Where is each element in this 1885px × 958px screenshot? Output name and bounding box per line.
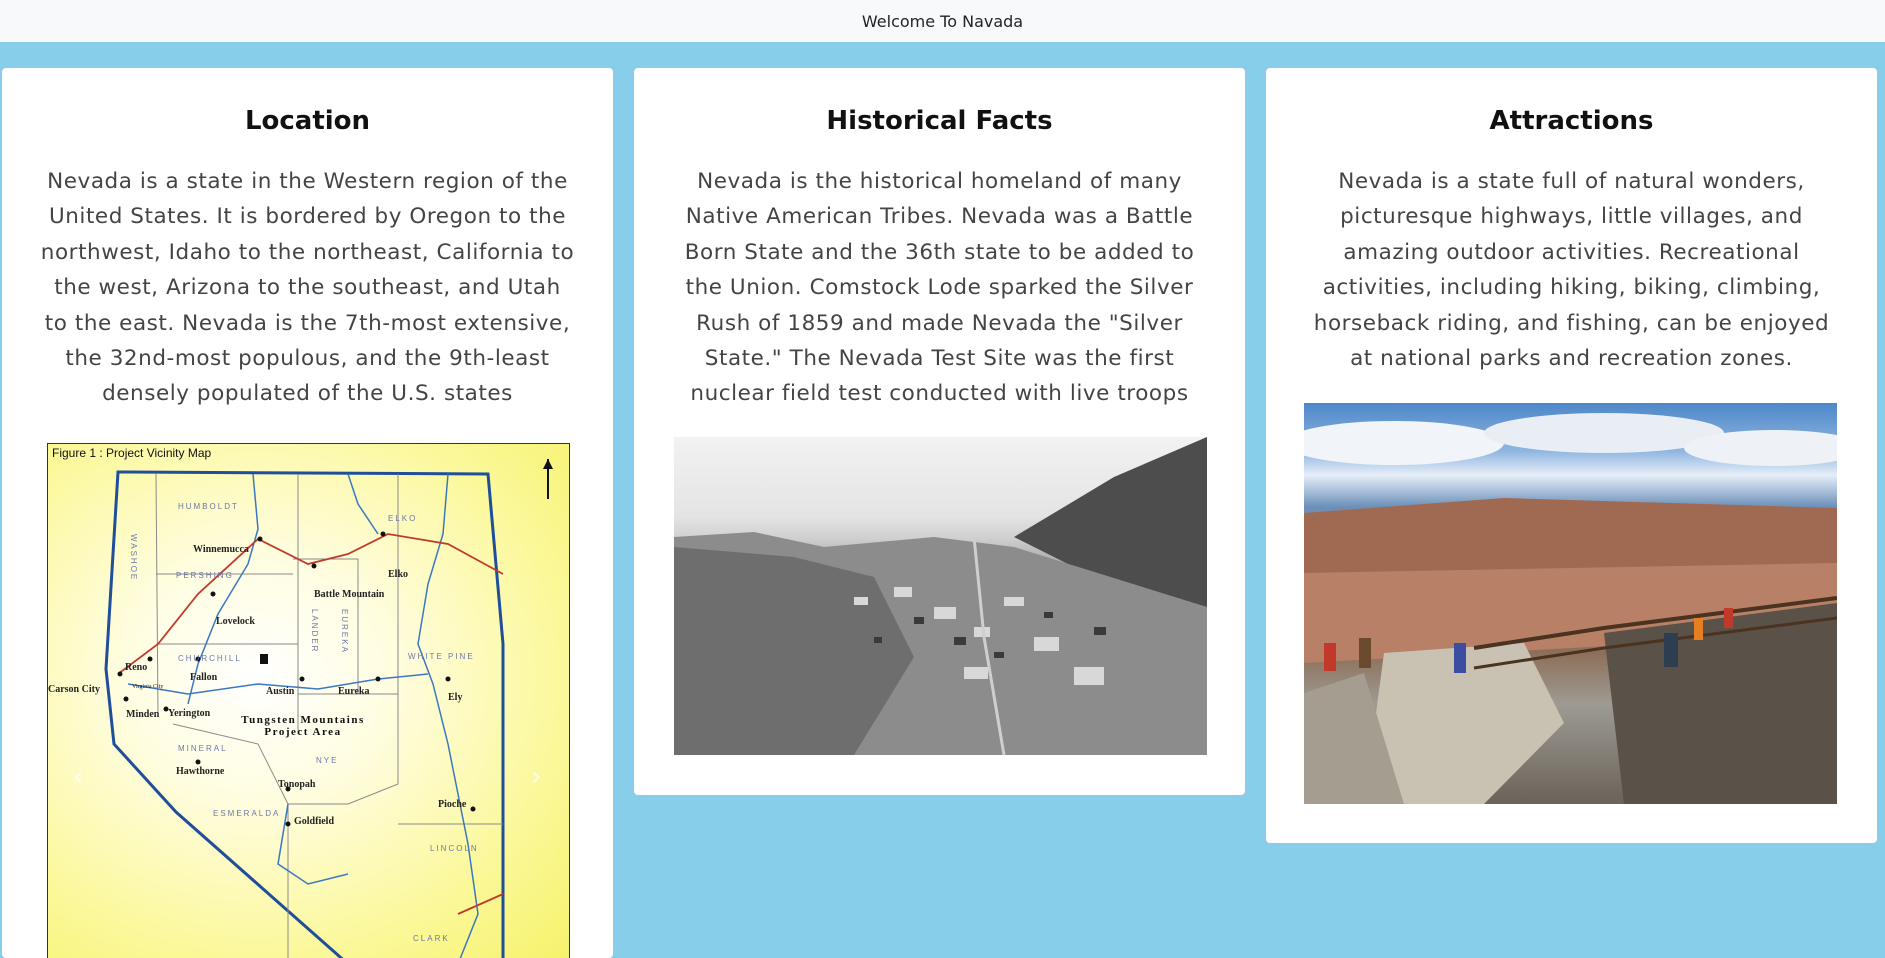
city-tonopah: Tonopah	[278, 779, 316, 790]
county-clark: CLARK	[413, 934, 450, 943]
county-churchill: CHURCHILL	[178, 654, 242, 663]
county-nye: NYE	[316, 756, 339, 765]
historical-town-photo	[674, 437, 1207, 755]
county-esmeralda: ESMERALDA	[213, 809, 281, 818]
project-area-label: Tungsten Mountains Project Area	[241, 714, 365, 738]
canyon-overlook-photo	[1304, 403, 1837, 804]
city-elko: Elko	[388, 569, 409, 580]
county-pershing: PERSHING	[176, 571, 234, 580]
city-hawthorne: Hawthorne	[176, 766, 225, 777]
city-pioche: Pioche	[438, 799, 467, 810]
city-battle-mountain: Battle Mountain	[314, 589, 385, 600]
chevron-left-icon[interactable]: ‹	[73, 762, 83, 792]
chevron-right-icon[interactable]: ›	[531, 762, 541, 792]
navbar: Welcome To Navada	[0, 0, 1885, 42]
navbar-title: Welcome To Navada	[861, 11, 1024, 31]
city-austin: Austin	[266, 686, 295, 697]
city-eureka: Eureka	[338, 686, 370, 697]
city-lovelock: Lovelock	[216, 616, 255, 627]
city-fallon: Fallon	[190, 672, 218, 683]
location-title: Location	[244, 106, 371, 136]
county-lincoln: LINCOLN	[430, 844, 479, 853]
location-text: Nevada is a state in the Western region …	[40, 169, 575, 407]
location-card: Location Nevada is a state in the Wester…	[2, 68, 613, 958]
county-washoe: WASHOE	[129, 534, 138, 582]
city-ely: Ely	[448, 692, 463, 703]
county-white-pine: WHITE PINE	[408, 652, 475, 661]
city-goldfield: Goldfield	[294, 816, 335, 827]
attractions-text: Nevada is a state full of natural wonder…	[1313, 169, 1830, 372]
history-text: Nevada is the historical homeland of man…	[684, 169, 1195, 407]
city-winnemucca: Winnemucca	[193, 544, 249, 555]
city-reno: Reno	[125, 662, 148, 673]
city-carson-city: Carson City	[48, 684, 100, 695]
attractions-card: Attractions Nevada is a state full of na…	[1266, 68, 1877, 843]
nevada-vicinity-map: Figure 1 : Project Vicinity Map Winnemuc…	[47, 443, 570, 958]
map-graphic	[104, 459, 553, 958]
county-mineral: MINERAL	[178, 744, 228, 753]
city-minden: Minden	[126, 709, 160, 720]
city-virginia-city: Virginia City	[132, 684, 164, 690]
county-elko: ELKO	[388, 514, 418, 523]
history-card: Historical Facts Nevada is the historica…	[634, 68, 1245, 795]
history-title: Historical Facts	[826, 106, 1053, 136]
county-lander: LANDER	[310, 609, 319, 654]
city-yerington: Yerington	[168, 708, 211, 719]
attractions-title: Attractions	[1489, 106, 1654, 136]
county-humboldt: HUMBOLDT	[178, 502, 239, 511]
county-eureka: EUREKA	[340, 609, 349, 654]
map-title: Figure 1 : Project Vicinity Map	[52, 446, 212, 460]
